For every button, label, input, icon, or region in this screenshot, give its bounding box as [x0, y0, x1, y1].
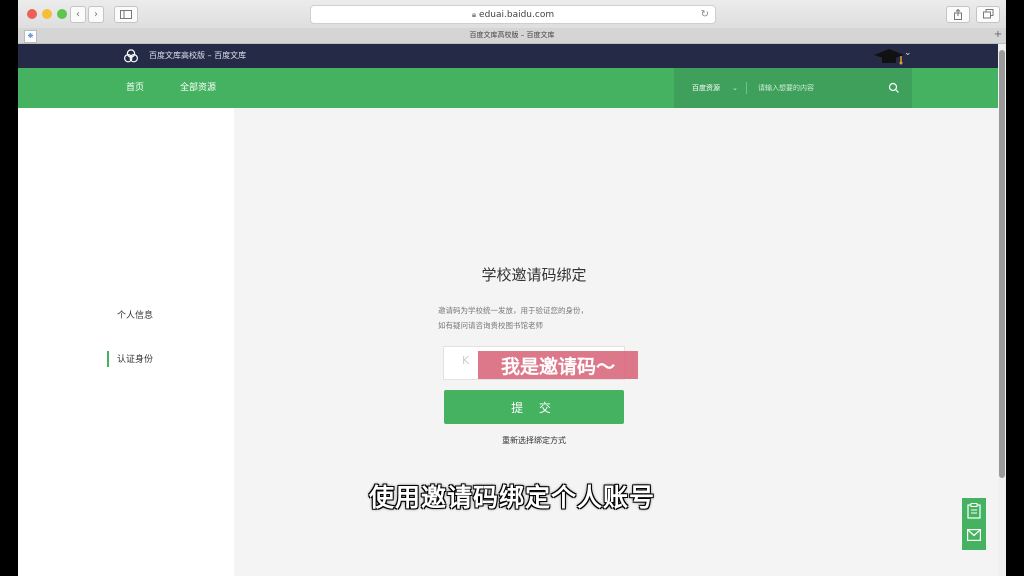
video-subtitle: 使用邀请码绑定个人账号 — [368, 483, 655, 512]
share-button[interactable] — [946, 6, 970, 23]
description-line-1: 邀请码为学校统一发放，用于验证您的身份， — [438, 306, 588, 315]
tab-title[interactable]: 百度文库高校版 – 百度文库 — [470, 31, 555, 39]
scrollbar-thumb[interactable] — [999, 50, 1005, 478]
search-input[interactable] — [758, 79, 878, 97]
share-icon — [954, 8, 962, 20]
zoom-window-button[interactable] — [57, 9, 67, 19]
tabs-overview-button[interactable] — [976, 6, 1000, 23]
baidu-wenku-logo-icon[interactable] — [124, 49, 138, 63]
main-nav: 首页 全部资源 百度资源 ⌄ — [18, 68, 998, 108]
minimize-window-button[interactable] — [42, 9, 52, 19]
tabs-icon — [982, 9, 993, 19]
page-title: 学校邀请码绑定 — [481, 266, 587, 284]
nav-all-resources[interactable]: 全部资源 — [180, 68, 216, 108]
invite-code-prefix: K — [462, 354, 470, 367]
site-name[interactable]: 百度文库高校版 – 百度文库 — [149, 44, 246, 68]
back-button[interactable]: ‹ — [70, 6, 86, 23]
avatar[interactable] — [872, 46, 906, 66]
sidebar-icon — [120, 10, 132, 19]
nav-home[interactable]: 首页 — [126, 68, 144, 108]
invite-code-input[interactable] — [478, 351, 638, 379]
forward-icon: › — [94, 9, 98, 20]
site-top-bar: 百度文库高校版 – 百度文库 ⌄ — [18, 44, 998, 68]
reselect-binding-method-link[interactable]: 重新选择绑定方式 — [234, 435, 834, 446]
address-bar[interactable]: 🔒︎ eduai.baidu.com ↻ — [310, 5, 716, 24]
sidebar-item-verify-identity[interactable]: 认证身份 — [117, 352, 153, 365]
back-icon: ‹ — [76, 9, 80, 20]
chevron-down-icon[interactable]: ⌄ — [732, 68, 738, 108]
reload-icon[interactable]: ↻ — [701, 6, 709, 23]
search-box: 百度资源 ⌄ — [674, 68, 912, 108]
forward-button[interactable]: › — [88, 6, 104, 23]
lock-icon: 🔒︎ — [471, 10, 477, 19]
mail-icon[interactable] — [967, 529, 981, 541]
favicon-icon: ❋ — [24, 30, 37, 43]
chevron-down-icon[interactable]: ⌄ — [904, 48, 912, 58]
address-url: eduai.baidu.com — [479, 10, 555, 20]
search-icon[interactable] — [888, 82, 900, 94]
tab-bar: ❋ 百度文库高校版 – 百度文库 + — [18, 28, 1006, 44]
sidebar-toggle-button[interactable] — [114, 6, 138, 23]
new-tab-button[interactable]: + — [992, 29, 1004, 41]
submit-button[interactable]: 提 交 — [444, 390, 624, 424]
description-line-2: 如有疑问请咨询贵校图书馆老师 — [438, 321, 543, 330]
divider — [746, 82, 747, 94]
sidebar-item-personal-info[interactable]: 个人信息 — [117, 308, 153, 321]
active-indicator — [107, 351, 109, 367]
search-scope-select[interactable]: 百度资源 — [692, 68, 720, 108]
browser-toolbar: ‹ › 🔒︎ eduai.baidu.com ↻ — [18, 0, 1006, 29]
close-window-button[interactable] — [27, 9, 37, 19]
